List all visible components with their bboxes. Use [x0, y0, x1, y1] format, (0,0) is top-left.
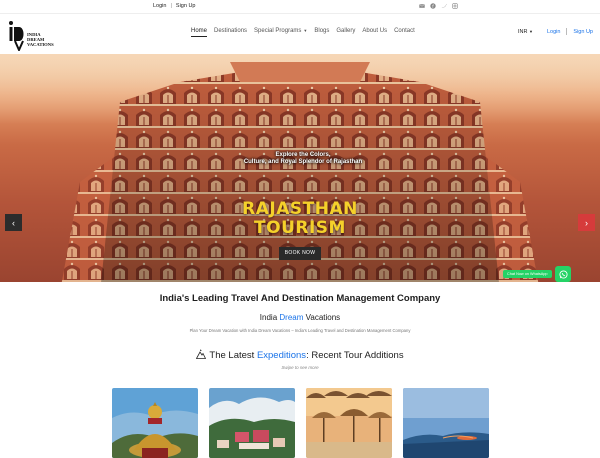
- chevron-left-icon: ‹: [12, 217, 15, 228]
- nav-item-destinations[interactable]: Destinations: [214, 28, 247, 34]
- hero-tagline: Explore the Colors, Culture, and Royal S…: [238, 152, 368, 166]
- top-auth-links: Login | Sign Up: [153, 3, 195, 9]
- latest-suffix: : Recent Tour Additions: [306, 350, 404, 361]
- whatsapp-button[interactable]: [555, 266, 571, 282]
- nav-item-label: Special Programs: [254, 28, 302, 34]
- top-signup-link[interactable]: Sign Up: [176, 3, 196, 9]
- brand-word-2: Dream: [279, 313, 304, 322]
- main-nav: Home Destinations Special Programs ▼ Blog…: [191, 28, 415, 37]
- tour-card-beach-umbrellas[interactable]: [306, 388, 392, 458]
- buddha-image: [112, 388, 198, 458]
- slider-next-button[interactable]: ›: [578, 214, 595, 231]
- mountain-flag-icon: [196, 349, 207, 359]
- whatsapp-icon: [558, 269, 568, 279]
- book-now-button[interactable]: BOOK NOW: [279, 247, 321, 260]
- tour-card-coastline[interactable]: [403, 388, 489, 458]
- beach-umbrellas-image: [306, 388, 392, 458]
- company-heading: India's Leading Travel And Destination M…: [159, 293, 441, 304]
- nav-item-gallery[interactable]: Gallery: [336, 28, 355, 34]
- header-actions: INR ▼ Login Sign Up: [518, 28, 593, 35]
- brand-line: India Dream Vacations: [0, 313, 600, 322]
- divider: [566, 28, 568, 35]
- signup-link[interactable]: Sign Up: [573, 29, 593, 35]
- tour-cards: [112, 388, 489, 458]
- whatsapp-chat-label[interactable]: Chat Now on WhatsApp: [503, 270, 552, 278]
- currency-selector[interactable]: INR ▼: [518, 29, 533, 35]
- nav-item-contact[interactable]: Contact: [394, 28, 415, 34]
- mail-icon[interactable]: [419, 3, 425, 9]
- brand-word-3: Vacations: [305, 313, 341, 322]
- currency-value: INR: [517, 28, 528, 35]
- brand-word-1: India: [259, 313, 278, 322]
- instagram-icon[interactable]: [452, 3, 458, 9]
- hill-town-image: [209, 388, 295, 458]
- hero-tagline-line-2: Culture, and Royal Splendor of Rajasthan: [243, 159, 363, 165]
- site-header: INDIA DREAM VACATIONS Home Destinations …: [0, 14, 600, 54]
- top-bar: Login | Sign Up f: [0, 0, 600, 14]
- tour-card-hill-town[interactable]: [209, 388, 295, 458]
- slider-prev-button[interactable]: ‹: [5, 214, 22, 231]
- facebook-icon[interactable]: f: [430, 3, 436, 9]
- divider: |: [170, 3, 172, 9]
- coastline-image: [403, 388, 489, 458]
- nav-item-about-us[interactable]: About Us: [362, 28, 387, 34]
- nav-item-home[interactable]: Home: [191, 28, 208, 37]
- nav-item-blogs[interactable]: Blogs: [314, 28, 329, 34]
- nav-item-special-programs[interactable]: Special Programs ▼: [254, 28, 307, 34]
- logo-text: INDIA DREAM VACATIONS: [27, 32, 54, 47]
- latest-highlight: Expeditions: [256, 350, 307, 361]
- swipe-hint: Swipe to see more: [281, 365, 319, 370]
- top-login-link[interactable]: Login: [153, 3, 166, 9]
- social-links: f: [419, 3, 458, 9]
- hero-title: RAJASTHAN TOURISM: [242, 199, 358, 238]
- latest-expeditions-heading: The Latest Expeditions: Recent Tour Addi…: [0, 349, 600, 361]
- logo-line-3: VACATIONS: [27, 42, 54, 47]
- latest-prefix: The Latest: [209, 350, 255, 361]
- login-link[interactable]: Login: [547, 29, 560, 35]
- logo[interactable]: INDIA DREAM VACATIONS: [5, 19, 61, 53]
- caret-down-icon: ▼: [528, 28, 533, 34]
- intro-subtext: Plan Your Dream Vacation with India Drea…: [189, 328, 411, 333]
- chevron-right-icon: ›: [585, 217, 588, 228]
- hero-slider: Explore the Colors, Culture, and Royal S…: [0, 54, 600, 282]
- tour-card-buddha[interactable]: [112, 388, 198, 458]
- chevron-down-icon: ▼: [303, 28, 308, 33]
- twitter-icon[interactable]: [441, 3, 447, 9]
- hero-tagline-line-1: Explore the Colors,: [275, 152, 331, 158]
